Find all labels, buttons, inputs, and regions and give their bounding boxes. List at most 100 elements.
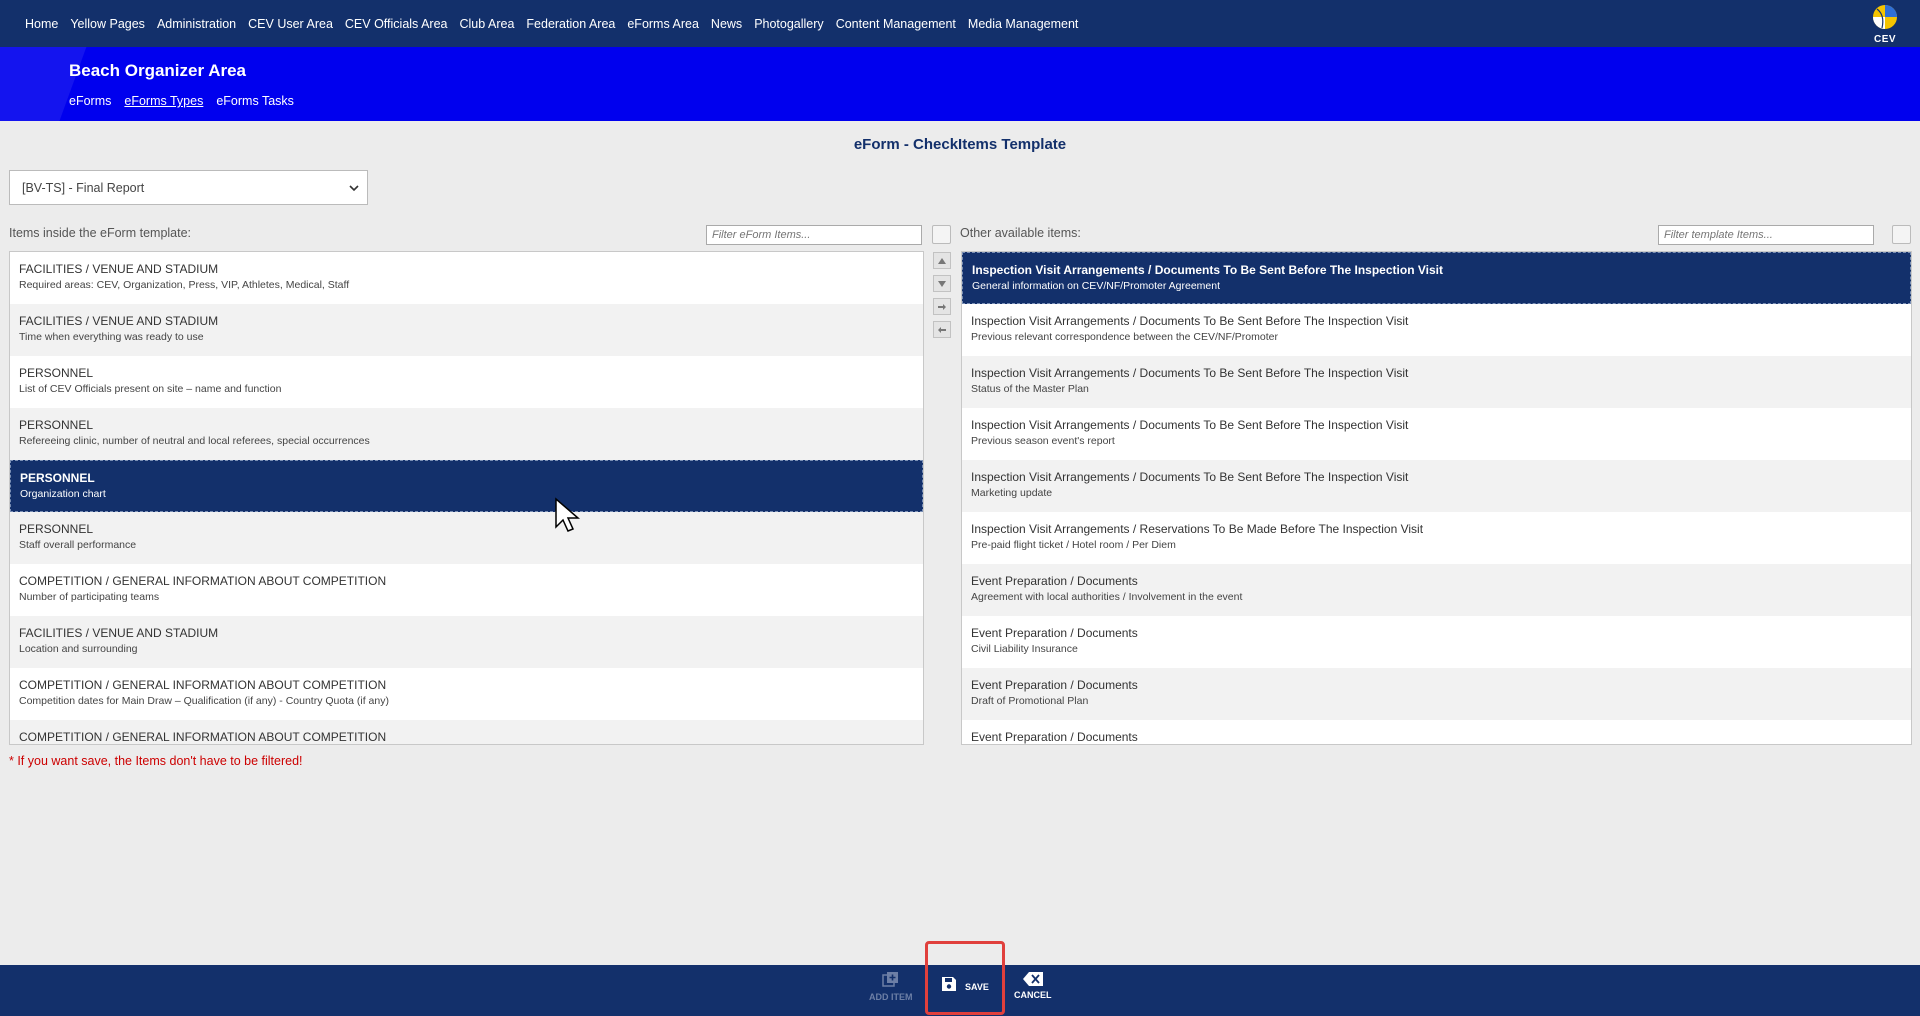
item-title: COMPETITION / GENERAL INFORMATION ABOUT … [19, 678, 387, 692]
item-title: PERSONNEL [19, 522, 94, 536]
nav-yellow-pages[interactable]: Yellow Pages [70, 17, 145, 31]
nav-news[interactable]: News [711, 17, 742, 31]
nav-photogallery[interactable]: Photogallery [754, 17, 824, 31]
list-item[interactable]: Event Preparation / Documents Draft of Pr… [962, 668, 1911, 720]
nav-eforms-area[interactable]: eForms Area [627, 17, 699, 31]
item-title: FACILITIES / VENUE AND STADIUM [19, 626, 219, 640]
move-down-button[interactable] [933, 275, 951, 292]
arrow-up-icon [938, 257, 946, 264]
cev-logo[interactable]: CEV [1868, 3, 1902, 45]
item-title: Event Preparation / Documents [971, 730, 1138, 744]
item-title: Inspection Visit Arrangements / Document… [971, 418, 1409, 432]
item-subtitle: Organization chart [20, 488, 106, 500]
item-subtitle: Previous relevant correspondence between… [971, 331, 1278, 343]
list-item[interactable]: FACILITIES / VENUE AND STADIUM Required a… [10, 252, 923, 304]
left-select-all-button[interactable] [932, 225, 951, 244]
list-item[interactable]: Inspection Visit Arrangements / Reservat… [962, 512, 1911, 564]
save-highlight-box [925, 941, 1005, 1015]
eform-items-filter-input[interactable] [706, 225, 922, 245]
move-buttons [933, 252, 951, 344]
list-item[interactable]: Event Preparation / Documents Civil Liabi… [962, 616, 1911, 668]
item-title: Inspection Visit Arrangements / Document… [971, 314, 1409, 328]
nav-administration[interactable]: Administration [157, 17, 236, 31]
filter-warning-note: * If you want save, the Items don't have… [9, 754, 303, 768]
banner-decoration [0, 47, 91, 121]
eform-items-list: FACILITIES / VENUE AND STADIUM Required a… [9, 251, 924, 745]
subnav-eforms[interactable]: eForms [69, 94, 111, 108]
cancel-button[interactable]: CANCEL [1014, 971, 1052, 1000]
item-subtitle: General information on CEV/NF/Promoter A… [972, 280, 1221, 292]
list-item[interactable]: Inspection Visit Arrangements / Document… [962, 304, 1911, 356]
item-title: PERSONNEL [19, 418, 94, 432]
item-subtitle: Draft of Promotional Plan [971, 695, 1089, 707]
item-subtitle: Refereeing clinic, number of neutral and… [19, 435, 370, 447]
list-item[interactable]: PERSONNEL Staff overall performance [10, 512, 923, 564]
item-subtitle: Staff overall performance [19, 539, 137, 551]
list-item-selected[interactable]: PERSONNEL Organization chart [10, 460, 923, 512]
move-left-button[interactable] [933, 321, 951, 338]
item-title: Event Preparation / Documents [971, 678, 1138, 692]
add-item-button[interactable]: ADD ITEM [869, 971, 913, 1002]
nav-cev-officials-area[interactable]: CEV Officials Area [345, 17, 448, 31]
volleyball-icon [1873, 5, 1897, 29]
cancel-label: CANCEL [1014, 990, 1052, 1000]
item-subtitle: Previous season event's report [971, 435, 1115, 447]
move-up-button[interactable] [933, 252, 951, 269]
list-item[interactable]: COMPETITION / GENERAL INFORMATION ABOUT … [10, 720, 923, 744]
chevron-down-icon [349, 185, 359, 192]
template-items-filter-input[interactable] [1658, 225, 1874, 245]
list-item[interactable]: PERSONNEL List of CEV Officials present o… [10, 356, 923, 408]
mouse-pointer-icon [555, 497, 581, 532]
list-item[interactable]: Inspection Visit Arrangements / Document… [962, 356, 1911, 408]
list-item[interactable]: Inspection Visit Arrangements / Document… [962, 460, 1911, 512]
top-navigation: Home Yellow Pages Administration CEV Use… [0, 0, 1920, 47]
list-item[interactable]: Event Preparation / Documents [962, 720, 1911, 744]
list-item[interactable]: FACILITIES / VENUE AND STADIUM Location a… [10, 616, 923, 668]
item-title: FACILITIES / VENUE AND STADIUM [19, 262, 219, 276]
backspace-x-icon [1022, 972, 1043, 986]
arrow-down-icon [938, 280, 946, 287]
move-right-button[interactable] [933, 298, 951, 315]
list-item[interactable]: PERSONNEL Refereeing clinic, number of ne… [10, 408, 923, 460]
nav-home[interactable]: Home [25, 17, 58, 31]
list-item[interactable]: COMPETITION / GENERAL INFORMATION ABOUT … [10, 668, 923, 720]
item-title: FACILITIES / VENUE AND STADIUM [19, 314, 219, 328]
nav-media-management[interactable]: Media Management [968, 17, 1078, 31]
item-subtitle: Status of the Master Plan [971, 383, 1089, 395]
area-title: Beach Organizer Area [69, 61, 246, 80]
nav-content-management[interactable]: Content Management [836, 17, 956, 31]
subnav-eforms-types[interactable]: eForms Types [124, 94, 203, 108]
list-item[interactable]: Inspection Visit Arrangements / Document… [962, 408, 1911, 460]
list-item-selected[interactable]: Inspection Visit Arrangements / Document… [962, 252, 1911, 304]
item-title: Inspection Visit Arrangements / Reservat… [971, 522, 1424, 536]
item-subtitle: Number of participating teams [19, 591, 160, 603]
list-item[interactable]: COMPETITION / GENERAL INFORMATION ABOUT … [10, 564, 923, 616]
nav-federation-area[interactable]: Federation Area [526, 17, 615, 31]
arrow-right-icon [938, 303, 946, 310]
item-subtitle: Location and surrounding [19, 643, 138, 655]
item-title: Event Preparation / Documents [971, 626, 1138, 640]
item-title: Event Preparation / Documents [971, 574, 1138, 588]
arrow-left-icon [938, 326, 946, 333]
item-title: Inspection Visit Arrangements / Document… [971, 470, 1409, 484]
item-title: PERSONNEL [19, 366, 94, 380]
eform-select[interactable]: [BV-TS] - Final Report [9, 170, 368, 205]
subnav-eforms-tasks[interactable]: eForms Tasks [216, 94, 294, 108]
item-title: PERSONNEL [20, 471, 95, 485]
right-panel-label: Other available items: [960, 226, 1081, 240]
list-item[interactable]: FACILITIES / VENUE AND STADIUM Time when … [10, 304, 923, 356]
item-subtitle: Competition dates for Main Draw – Qualif… [19, 695, 389, 707]
add-item-label: ADD ITEM [869, 992, 913, 1002]
item-subtitle: Marketing update [971, 487, 1053, 499]
nav-cev-user-area[interactable]: CEV User Area [248, 17, 333, 31]
right-select-all-button[interactable] [1892, 225, 1911, 244]
area-banner: Beach Organizer Area eForms eForms Types… [0, 47, 1920, 121]
item-title: COMPETITION / GENERAL INFORMATION ABOUT … [19, 730, 387, 744]
nav-club-area[interactable]: Club Area [460, 17, 515, 31]
list-item[interactable]: Event Preparation / Documents Agreement w… [962, 564, 1911, 616]
eform-select-value: [BV-TS] - Final Report [22, 180, 145, 195]
item-subtitle: Civil Liability Insurance [971, 643, 1078, 655]
item-title: Inspection Visit Arrangements / Document… [972, 263, 1443, 277]
page-title: eForm - CheckItems Template [853, 136, 1067, 153]
item-title: Inspection Visit Arrangements / Document… [971, 366, 1409, 380]
